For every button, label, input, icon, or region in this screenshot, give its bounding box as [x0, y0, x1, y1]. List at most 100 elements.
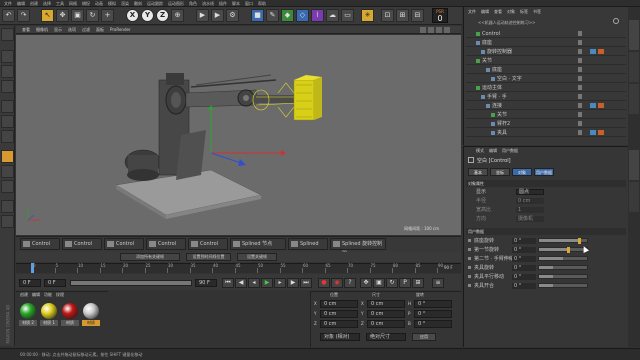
- object-tree-row[interactable]: 旋转控制器: [466, 48, 626, 56]
- object-tree-row[interactable]: 关节: [466, 111, 626, 119]
- lock-icon[interactable]: [1, 215, 14, 228]
- axis-z-button[interactable]: Z: [156, 9, 169, 22]
- render-settings-icon[interactable]: ⚙: [226, 9, 239, 22]
- user-data-slider[interactable]: [538, 256, 588, 261]
- viewport-menu-item[interactable]: ProRender: [110, 26, 131, 34]
- pan-icon[interactable]: [420, 27, 426, 33]
- menu-item[interactable]: 捕捉: [82, 0, 90, 7]
- menu-item[interactable]: 流水线: [202, 0, 214, 7]
- object-tree-row[interactable]: 连接: [466, 102, 626, 110]
- tab-objects[interactable]: [629, 20, 639, 50]
- tag-icon[interactable]: [598, 130, 604, 135]
- deformer-icon[interactable]: ⌇: [311, 9, 324, 22]
- layout-icon[interactable]: ⊟: [411, 9, 424, 22]
- material-label[interactable]: 材质 1: [40, 320, 58, 326]
- tag-icon[interactable]: [598, 49, 604, 54]
- visibility-icon[interactable]: [578, 76, 582, 81]
- subdivision-icon[interactable]: ◆: [281, 9, 294, 22]
- key-pla-icon[interactable]: ⊞: [412, 278, 424, 288]
- material-menu-item[interactable]: 创建: [20, 291, 28, 298]
- prev-key-icon[interactable]: ◀: [235, 278, 247, 288]
- orient-select[interactable]: 摄像机: [516, 216, 544, 222]
- radius-field[interactable]: 0 cm: [516, 198, 544, 204]
- display-select[interactable]: 圆点: [516, 189, 544, 195]
- track-item[interactable]: Control: [20, 238, 60, 250]
- coord-pos-field[interactable]: 0 cm: [320, 300, 358, 308]
- visibility-icon[interactable]: [578, 94, 582, 99]
- coord-size-field[interactable]: 0 cm: [367, 310, 405, 318]
- attribute-tab[interactable]: 对象: [512, 168, 532, 176]
- material-label[interactable]: 材质: [61, 320, 79, 326]
- menu-item[interactable]: 脚本: [232, 0, 240, 7]
- viewport-menu-item[interactable]: 选项: [68, 26, 76, 34]
- coord-rot-field[interactable]: 0 °: [414, 320, 452, 328]
- visibility-icon[interactable]: [578, 67, 582, 72]
- visibility-icon[interactable]: [578, 49, 582, 54]
- track-item[interactable]: Splined 节点: [230, 238, 286, 250]
- am-menu-item[interactable]: 模式: [476, 147, 484, 154]
- om-menu-item[interactable]: 文件: [468, 8, 476, 15]
- menu-item[interactable]: 角色: [189, 0, 197, 7]
- viewport-menu-item[interactable]: 过滤: [82, 26, 90, 34]
- user-data-field[interactable]: 0 °: [512, 265, 536, 271]
- attribute-tab[interactable]: 基本: [468, 168, 488, 176]
- tab-attributes[interactable]: [629, 150, 639, 180]
- tag-icon[interactable]: [590, 49, 596, 54]
- am-menu-item[interactable]: 用户数据: [502, 147, 518, 154]
- material-menu-item[interactable]: 功能: [44, 291, 52, 298]
- coordinate-system-icon[interactable]: ⊕: [171, 9, 184, 22]
- user-data-field[interactable]: 0 °: [512, 256, 536, 262]
- tag-icon[interactable]: [598, 103, 604, 108]
- track-item[interactable]: Splined: [288, 238, 328, 250]
- visibility-icon[interactable]: [578, 103, 582, 108]
- menu-item[interactable]: 插件: [219, 0, 227, 7]
- add-all-keys-button[interactable]: 添加所有关键帧: [120, 253, 180, 261]
- render-view-icon[interactable]: ▶: [196, 9, 209, 22]
- coord-pos-field[interactable]: 0 cm: [320, 320, 358, 328]
- menu-item[interactable]: 运动跟踪: [147, 0, 163, 7]
- visibility-icon[interactable]: [578, 58, 582, 63]
- om-menu-item[interactable]: 编辑: [481, 8, 489, 15]
- coord-apply-button[interactable]: 应用: [412, 333, 436, 341]
- polygons-mode-icon[interactable]: [1, 130, 14, 143]
- maximize-icon[interactable]: [444, 27, 450, 33]
- menu-item[interactable]: 模拟: [108, 0, 116, 7]
- render-picture-viewer-icon[interactable]: ▶: [211, 9, 224, 22]
- slider-knob[interactable]: [566, 247, 570, 253]
- om-menu-item[interactable]: 书签: [533, 8, 541, 15]
- pen-icon[interactable]: ✎: [266, 9, 279, 22]
- viewport-menu-item[interactable]: 面板: [96, 26, 104, 34]
- current-frame-field[interactable]: 0 F: [19, 279, 41, 287]
- timeline-menu-icon[interactable]: ≡: [432, 278, 444, 288]
- attribute-tab[interactable]: 坐标: [490, 168, 510, 176]
- am-menu-item[interactable]: 编辑: [489, 147, 497, 154]
- play-icon[interactable]: ▶: [261, 278, 273, 288]
- coord-rot-field[interactable]: 0 °: [414, 310, 452, 318]
- user-data-field[interactable]: 0 °: [512, 274, 536, 280]
- track-item[interactable]: Control: [188, 238, 228, 250]
- cube-icon[interactable]: ■: [251, 9, 264, 22]
- undo-icon[interactable]: ↶: [2, 9, 15, 22]
- prev-frame-icon[interactable]: ◂: [248, 278, 260, 288]
- axis-y-button[interactable]: Y: [141, 9, 154, 22]
- user-data-field[interactable]: 0 °: [512, 247, 536, 253]
- menu-item[interactable]: 创建: [30, 0, 38, 7]
- coord-mode-select[interactable]: 对象 (相对): [320, 333, 360, 341]
- set-key-button[interactable]: 设置关键帧: [237, 253, 277, 261]
- menu-item[interactable]: 运动图形: [168, 0, 184, 7]
- tag-icon[interactable]: [590, 130, 596, 135]
- viewport[interactable]: 网格间距 : 100 cm: [16, 35, 461, 235]
- viewport-nav-icons[interactable]: [420, 27, 458, 33]
- coord-pos-field[interactable]: 0 cm: [320, 310, 358, 318]
- om-search-icon[interactable]: [613, 18, 619, 24]
- object-tree-row[interactable]: 底座: [466, 39, 626, 47]
- object-tree-row[interactable]: 关节: [466, 57, 626, 65]
- material-ball[interactable]: [20, 303, 36, 319]
- key-rotation-icon[interactable]: ↻: [386, 278, 398, 288]
- menu-item[interactable]: 编辑: [17, 0, 25, 7]
- menu-item[interactable]: 动画: [95, 0, 103, 7]
- user-data-field[interactable]: 0 °: [512, 238, 536, 244]
- range-slider[interactable]: [70, 280, 192, 286]
- menu-item[interactable]: 雕刻: [134, 0, 142, 7]
- tag-icon[interactable]: [590, 103, 596, 108]
